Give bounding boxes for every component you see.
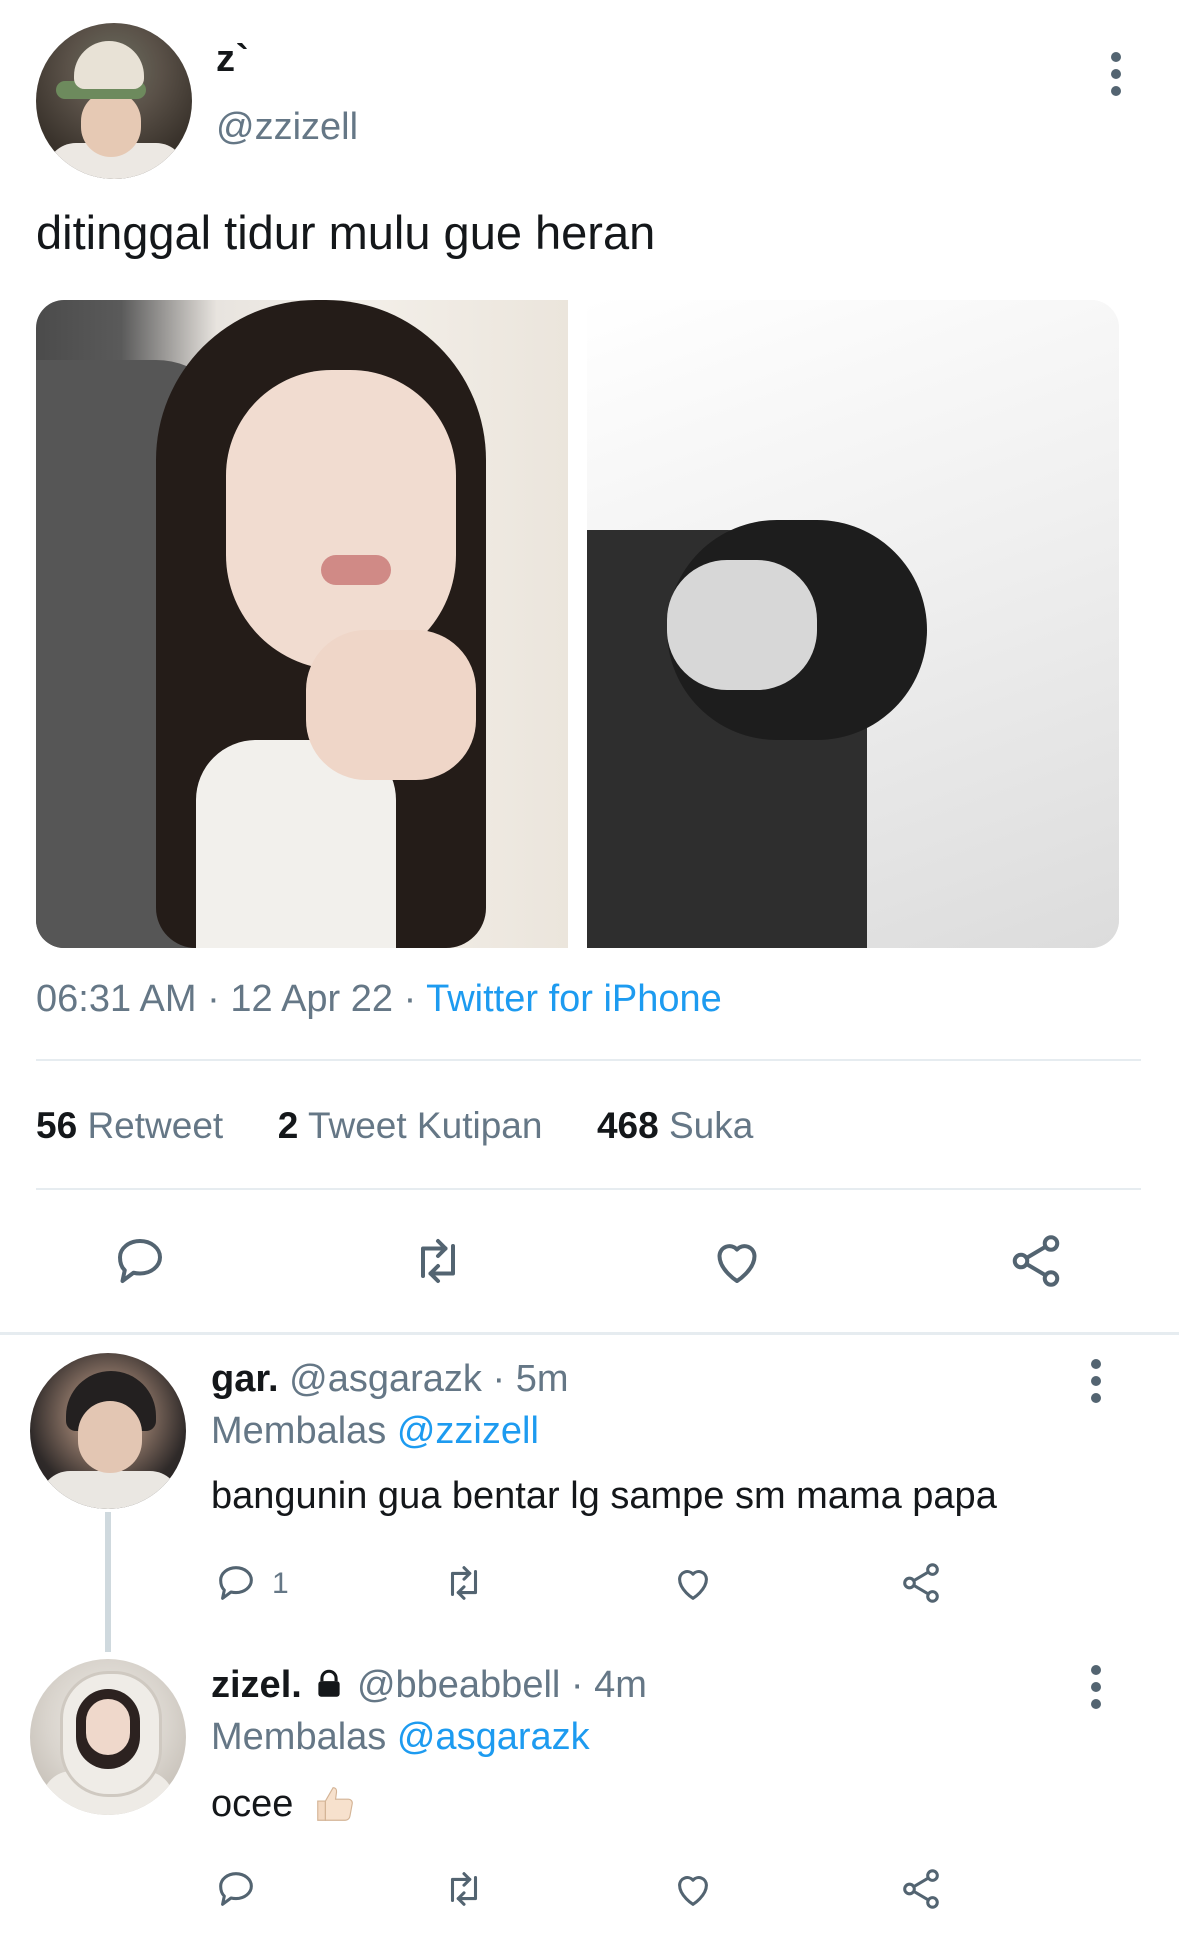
author-handle[interactable]: @zzizell [216, 106, 358, 149]
reply-author-name[interactable]: gar. [211, 1358, 279, 1400]
more-options-icon[interactable] [1110, 52, 1122, 96]
tweet-stats: 56 Retweet 2 Tweet Kutipan 468 Suka [36, 1105, 753, 1147]
reply-text: bangunin gua bentar lg sampe sm mama pap… [211, 1475, 997, 1517]
reply-age: 4m [594, 1664, 647, 1706]
tweet-time: 06:31 AM [36, 978, 197, 1020]
reply-author-handle[interactable]: @bbeabbell [357, 1664, 560, 1706]
likes-stat[interactable]: 468 Suka [597, 1105, 753, 1146]
reply-avatar[interactable] [30, 1353, 186, 1509]
reply-header: zizel. @bbeabbell · 4m [211, 1664, 647, 1707]
meta-separator: · [403, 978, 417, 1020]
replying-to: Membalas @asgarazk [211, 1716, 590, 1759]
tweet-source-link[interactable]: Twitter for iPhone [426, 978, 722, 1020]
divider [36, 1059, 1141, 1061]
more-options-icon[interactable] [1090, 1359, 1102, 1403]
reply-count: 1 [272, 1567, 289, 1600]
replying-to-link[interactable]: @asgarazk [397, 1716, 590, 1758]
retweet-icon[interactable] [441, 1866, 487, 1912]
reply-icon[interactable] [213, 1560, 259, 1606]
share-icon[interactable] [898, 1560, 944, 1606]
section-separator [0, 1332, 1179, 1335]
meta-separator: · [207, 978, 220, 1020]
heart-icon[interactable] [670, 1866, 716, 1912]
retweet-icon[interactable] [441, 1560, 487, 1606]
thumbs-up-emoji-icon [312, 1780, 358, 1826]
tweet-meta: 06:31 AM · 12 Apr 22 · Twitter for iPhon… [36, 978, 722, 1021]
divider [36, 1188, 1141, 1190]
retweet-icon[interactable] [408, 1231, 468, 1291]
reply-text: ocee [211, 1783, 294, 1825]
reply-age: 5m [515, 1358, 569, 1400]
tweet-text: ditinggal tidur mulu gue heran [36, 206, 656, 259]
tweet-photo-1[interactable] [36, 300, 568, 948]
reply-text-row: ocee [211, 1780, 358, 1826]
reply-icon[interactable] [110, 1231, 170, 1291]
thread-line [105, 1512, 111, 1652]
header-separator: · [492, 1358, 506, 1400]
replying-to: Membalas @zzizell [211, 1410, 539, 1453]
more-options-icon[interactable] [1090, 1665, 1102, 1709]
share-icon[interactable] [1006, 1231, 1066, 1291]
replying-label: Membalas [211, 1410, 387, 1452]
tweet-photo-2[interactable] [587, 300, 1119, 948]
reply-header: gar. @asgarazk · 5m [211, 1358, 569, 1401]
reply-avatar[interactable] [30, 1659, 186, 1815]
retweets-stat[interactable]: 56 Retweet [36, 1105, 223, 1146]
heart-icon[interactable] [670, 1560, 716, 1606]
quotes-stat[interactable]: 2 Tweet Kutipan [278, 1105, 543, 1146]
share-icon[interactable] [898, 1866, 944, 1912]
replying-to-link[interactable]: @zzizell [397, 1410, 539, 1452]
reply-author-handle[interactable]: @asgarazk [289, 1358, 482, 1400]
lock-icon [312, 1667, 346, 1701]
heart-icon[interactable] [707, 1231, 767, 1291]
author-avatar[interactable] [36, 23, 192, 179]
reply-icon[interactable] [213, 1866, 259, 1912]
reply-author-name[interactable]: zizel. [211, 1664, 302, 1706]
tweet-date: 12 Apr 22 [230, 978, 394, 1020]
header-separator: · [570, 1664, 584, 1706]
author-display-name[interactable]: z` [216, 38, 250, 81]
replying-label: Membalas [211, 1716, 387, 1758]
